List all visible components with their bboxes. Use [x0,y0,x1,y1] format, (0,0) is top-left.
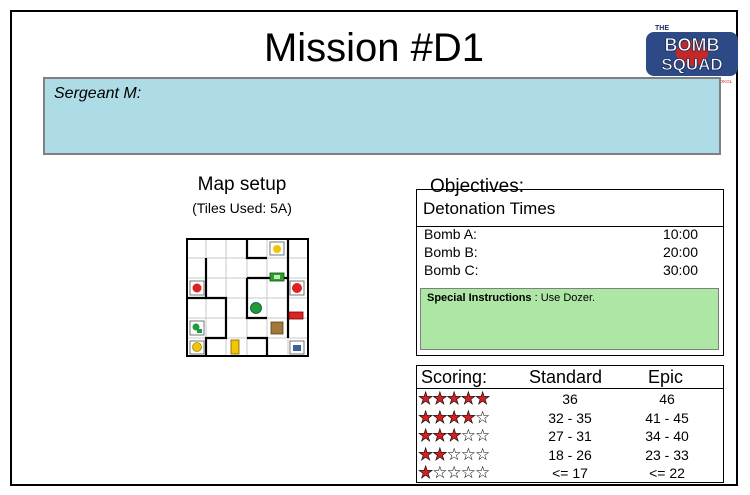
scoring-table: Scoring: Standard Epic ★★★★★ 36 46 ★★★★☆ 32 … [416,365,724,483]
bomb-time: 20:00 [662,244,698,260]
empty-star-icon: ☆ [460,444,476,464]
special-instructions-label: Special Instructions [427,292,532,304]
svg-text:SQUAD: SQUAD [661,55,722,74]
standard-score: 36 [562,391,578,407]
empty-star-icon: ☆ [446,463,462,482]
filled-star-icon: ★ [418,407,434,427]
empty-star-icon: ☆ [460,463,476,482]
filled-star-icon: ★ [432,407,448,427]
crate-icon [270,321,284,335]
star-rating: ★★★☆☆ [418,426,491,445]
special-instructions-text: : Use Dozer. [531,292,596,304]
epic-score: 41 - 45 [645,409,689,426]
detonation-times-header: Detonation Times [423,199,556,218]
briefing-box: Sergeant M: [43,77,721,155]
bomb-name: Bomb C: [424,262,479,278]
robot-icon [289,340,305,355]
bomb-name: Bomb B: [424,244,478,260]
svg-text:BOMB: BOMB [665,35,720,55]
scoring-row: ★★★★☆ 32 - 35 41 - 45 [417,407,723,427]
bomb-yellow-icon [189,340,205,355]
scoring-row: ★★★★★ 36 46 [417,389,723,408]
agent-green-icon [189,320,205,336]
filled-star-icon: ★ [475,389,491,408]
bomb-icon [269,241,285,256]
scoring-label: Scoring: [421,367,488,387]
svg-text:THE: THE [655,25,669,32]
standard-score: <= 17 [552,465,588,481]
scoring-row: ★★★☆☆ 27 - 31 34 - 40 [417,426,723,445]
empty-star-icon: ☆ [460,426,476,445]
bomb-row: Bomb C: 30:00 [424,262,698,279]
standard-score: 27 - 31 [548,428,592,444]
briefing-speaker: Sergeant M: [54,85,142,102]
filled-star-icon: ★ [418,463,434,482]
bomb-row: Bomb B: 20:00 [424,244,698,261]
detonation-times-panel: Detonation Times Bomb A: 10:00 Bomb B: 2… [416,189,724,356]
epic-score: 23 - 33 [645,446,689,463]
star-rating: ★★★★★ [418,389,491,408]
bomb-red-icon [289,280,305,296]
epic-score: <= 22 [649,465,685,481]
door-red-icon [288,311,304,320]
star-rating: ★★★★☆ [418,407,491,427]
empty-star-icon: ☆ [475,463,490,482]
epic-column-header: Epic [648,367,684,387]
filled-star-icon: ★ [460,407,476,427]
tiles-used-label: (Tiles Used: 5A) [192,200,292,216]
bomb-green-icon [250,302,262,314]
star-rating: ★★☆☆☆ [418,444,491,464]
standard-score: 18 - 26 [548,446,592,463]
bomb-time: 10:00 [662,226,698,242]
epic-score: 46 [659,391,675,407]
special-instructions-box: Special Instructions : Use Dozer. [420,288,719,350]
empty-star-icon: ☆ [475,426,490,445]
filled-star-icon: ★ [432,444,448,464]
filled-star-icon: ★ [418,444,434,464]
filled-star-icon: ★ [432,426,448,445]
empty-star-icon: ☆ [432,463,447,482]
empty-star-icon: ☆ [446,444,462,464]
standard-column-header: Standard [529,367,603,387]
scoring-row: ★☆☆☆☆ <= 17 <= 22 [417,463,723,482]
filled-star-icon: ★ [446,407,462,427]
filled-star-icon: ★ [432,389,448,408]
agent-red-icon [189,280,205,296]
bomb-row: Bomb A: 10:00 [424,226,698,243]
bomb-name: Bomb A: [424,226,477,242]
door-yellow-icon [230,339,240,355]
door-icon [269,272,285,282]
epic-score: 34 - 40 [645,428,689,444]
star-rating: ★☆☆☆☆ [418,463,491,482]
filled-star-icon: ★ [418,389,434,408]
filled-star-icon: ★ [418,426,434,445]
empty-star-icon: ☆ [475,444,490,464]
map-board [186,238,309,357]
filled-star-icon: ★ [446,426,462,445]
map-setup-title: Map setup [197,174,287,195]
standard-score: 32 - 35 [548,409,592,426]
filled-star-icon: ★ [446,389,462,408]
bomb-time: 30:00 [662,262,698,278]
filled-star-icon: ★ [460,389,476,408]
mission-title: Mission #D1 [263,26,485,70]
empty-star-icon: ☆ [475,407,490,427]
scoring-row: ★★☆☆☆ 18 - 26 23 - 33 [417,444,723,464]
